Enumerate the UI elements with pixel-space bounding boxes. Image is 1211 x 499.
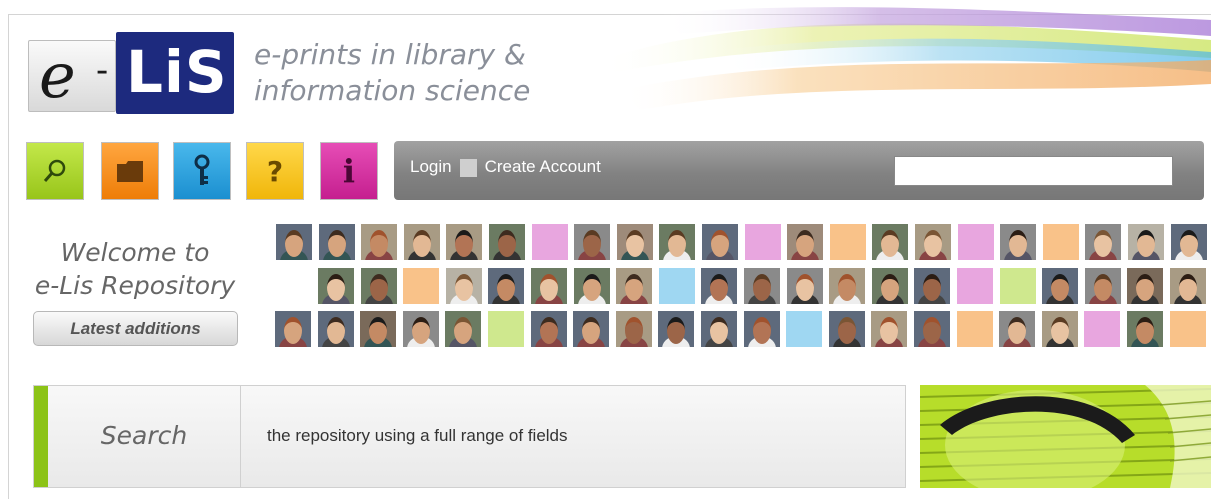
site-tagline: e-prints in library & information scienc…	[254, 38, 531, 107]
search-panel[interactable]: Search the repository using a full range…	[33, 385, 906, 488]
magnifier-icon	[43, 159, 66, 182]
member-photo[interactable]	[403, 224, 440, 260]
welcome-heading: Welcome to e-Lis Repository	[34, 238, 236, 300]
info-tool-button[interactable]: i	[320, 142, 378, 200]
create-account-link[interactable]: Create Account	[477, 157, 609, 177]
browse-tool-button[interactable]	[101, 142, 159, 200]
mosaic-color-tile[interactable]	[658, 268, 695, 304]
member-photo[interactable]	[445, 268, 482, 304]
member-photo[interactable]	[574, 224, 611, 260]
member-photo[interactable]	[786, 268, 823, 304]
member-photo[interactable]	[1170, 268, 1206, 304]
member-photo[interactable]	[1084, 268, 1121, 304]
member-photo[interactable]	[317, 311, 354, 347]
search-panel-label[interactable]: Search	[48, 386, 241, 487]
mosaic-color-tile[interactable]	[403, 268, 440, 304]
mosaic-color-tile[interactable]	[999, 268, 1036, 304]
member-photo[interactable]	[361, 224, 398, 260]
member-photo[interactable]	[701, 311, 737, 347]
member-photo[interactable]	[1127, 311, 1163, 347]
member-photo[interactable]	[360, 268, 397, 304]
logo-lis-badge: LiS	[116, 32, 234, 114]
mosaic-color-tile[interactable]	[488, 311, 524, 347]
mosaic-color-tile[interactable]	[957, 224, 994, 260]
member-photo[interactable]	[999, 311, 1036, 347]
member-photo[interactable]	[914, 311, 950, 347]
site-logo[interactable]: e - LiS	[28, 32, 234, 114]
member-photo[interactable]	[872, 224, 909, 260]
member-photo[interactable]	[829, 268, 866, 304]
member-photo[interactable]	[488, 268, 525, 304]
mosaic-color-tile[interactable]	[829, 224, 866, 260]
member-photo[interactable]	[489, 224, 525, 260]
login-tool-button[interactable]	[173, 142, 231, 200]
member-photo[interactable]	[659, 224, 696, 260]
quick-search-input[interactable]	[894, 156, 1173, 186]
member-photo[interactable]	[402, 311, 439, 347]
member-photo[interactable]	[1041, 311, 1078, 347]
key-icon	[194, 154, 210, 185]
member-photo[interactable]	[445, 311, 482, 347]
member-photo[interactable]	[1042, 268, 1079, 304]
member-photo[interactable]	[275, 311, 311, 347]
member-photo[interactable]	[658, 311, 695, 347]
member-photo[interactable]	[616, 268, 653, 304]
member-photo[interactable]	[1128, 224, 1164, 260]
member-photo[interactable]	[530, 311, 567, 347]
member-photo[interactable]	[1000, 224, 1037, 260]
mosaic-color-tile[interactable]	[1084, 311, 1121, 347]
member-photo[interactable]	[828, 311, 865, 347]
search-panel-description: the repository using a full range of fie…	[267, 426, 568, 445]
help-tool-button[interactable]: ?	[246, 142, 304, 200]
info-icon: i	[342, 152, 356, 190]
question-icon: ?	[266, 154, 284, 188]
top-navigation-bar: Login Create Account	[394, 141, 1204, 200]
member-photo[interactable]	[915, 224, 951, 260]
member-photo[interactable]	[871, 268, 908, 304]
member-photo[interactable]	[744, 268, 780, 304]
mosaic-color-tile[interactable]	[744, 224, 781, 260]
mosaic-color-tile[interactable]	[957, 268, 993, 304]
member-photo[interactable]	[615, 311, 652, 347]
mosaic-color-tile[interactable]	[786, 311, 823, 347]
member-photo[interactable]	[531, 268, 567, 304]
folder-icon	[117, 161, 143, 182]
member-photo[interactable]	[871, 311, 908, 347]
search-panel-accent	[34, 386, 48, 487]
mosaic-color-tile[interactable]	[1169, 311, 1206, 347]
latest-additions-button[interactable]: Latest additions	[33, 311, 238, 346]
member-photo[interactable]	[318, 268, 354, 304]
member-photo[interactable]	[616, 224, 653, 260]
member-photo[interactable]	[276, 224, 312, 260]
member-photo[interactable]	[446, 224, 483, 260]
login-link[interactable]: Login	[402, 157, 460, 177]
member-photo[interactable]	[1127, 268, 1164, 304]
member-photo[interactable]	[914, 268, 951, 304]
member-photo[interactable]	[1170, 224, 1207, 260]
magnifying-glass-image	[920, 385, 1211, 488]
member-photo[interactable]	[1085, 224, 1122, 260]
member-photo[interactable]	[318, 224, 355, 260]
mosaic-color-tile[interactable]	[531, 224, 568, 260]
member-photo[interactable]	[701, 268, 738, 304]
member-photo[interactable]	[573, 311, 610, 347]
member-photo[interactable]	[360, 311, 397, 347]
mosaic-color-tile[interactable]	[1042, 224, 1079, 260]
member-photo[interactable]	[743, 311, 780, 347]
member-photo[interactable]	[573, 268, 610, 304]
search-tool-button[interactable]	[26, 142, 84, 200]
member-photo[interactable]	[787, 224, 824, 260]
member-photo[interactable]	[702, 224, 738, 260]
mosaic-color-tile[interactable]	[956, 311, 993, 347]
